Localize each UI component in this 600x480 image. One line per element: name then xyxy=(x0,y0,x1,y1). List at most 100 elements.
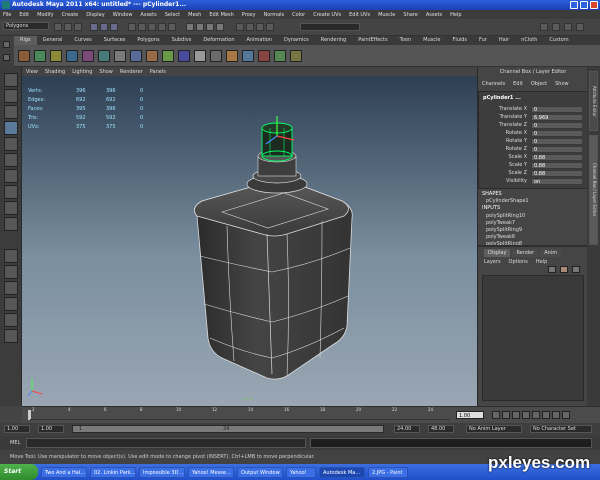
next-key-icon[interactable] xyxy=(542,411,550,419)
snap-grid-icon[interactable] xyxy=(186,23,194,31)
scale-tool-icon[interactable] xyxy=(4,153,18,167)
prev-key-icon[interactable] xyxy=(512,411,520,419)
cluster-icon[interactable] xyxy=(82,50,94,62)
taskbar-item[interactable]: Yahoo! Messe... xyxy=(188,466,234,478)
taskbar-item[interactable]: 2.JPG - Paint xyxy=(368,466,408,478)
shelf-tab-ncloth[interactable]: nCloth xyxy=(515,36,543,45)
channel-row[interactable]: Scale Z 0.88 xyxy=(479,170,587,177)
menu-file[interactable]: File xyxy=(3,12,11,18)
hypershade-layout-icon[interactable] xyxy=(4,313,18,327)
new-layer-icon[interactable] xyxy=(548,266,556,273)
menu-create[interactable]: Create xyxy=(62,12,79,18)
render-settings-icon[interactable] xyxy=(266,23,274,31)
shelf-tab-subdivs[interactable]: Subdivs xyxy=(166,36,198,45)
range-slider[interactable]: 1 24 xyxy=(72,425,384,433)
shelf-tab-rendering[interactable]: Rendering xyxy=(315,36,353,45)
playback-start-field[interactable]: 1.00 xyxy=(38,425,64,433)
channel-row[interactable]: Translate Z0 xyxy=(479,122,587,129)
quick-selection-field[interactable] xyxy=(300,23,360,31)
tab-attribute-editor[interactable]: Attribute Editor xyxy=(589,71,598,131)
menu-normals[interactable]: Normals xyxy=(263,12,284,18)
layer-menu-help[interactable]: Help xyxy=(536,259,547,265)
show-modeling-toolkit-icon[interactable] xyxy=(540,23,548,31)
shelf-tab-fur[interactable]: Fur xyxy=(473,36,493,45)
channel-row[interactable]: Translate Y 6.969 xyxy=(479,114,587,121)
shelf-tab-painteffects[interactable]: PaintEffects xyxy=(352,36,393,45)
viewport-menu-panels[interactable]: Panels xyxy=(150,69,166,75)
save-scene-icon[interactable] xyxy=(74,23,82,31)
soft-modification-icon[interactable] xyxy=(4,185,18,199)
input-node[interactable]: polyTweak7 xyxy=(486,220,515,226)
pick-mask-icon[interactable] xyxy=(128,23,136,31)
snap-point-icon[interactable] xyxy=(206,23,214,31)
mel-label[interactable]: MEL xyxy=(10,440,20,446)
shelf-tab-custom[interactable]: Custom xyxy=(543,36,574,45)
menu-window[interactable]: Window xyxy=(113,12,133,18)
start-time-field[interactable]: 1.00 xyxy=(4,425,30,433)
taskbar-item[interactable]: 02. Linkin Park... xyxy=(90,466,136,478)
input-node[interactable]: polySplitRing9 xyxy=(486,227,522,233)
channel-row[interactable]: Scale Y 0.88 xyxy=(479,162,587,169)
channel-row[interactable]: Translate X0 xyxy=(479,106,587,113)
snap-curve-icon[interactable] xyxy=(196,23,204,31)
anim-layer-dropdown[interactable]: No Anim Layer xyxy=(466,425,522,433)
viewport-menu-shading[interactable]: Shading xyxy=(45,69,65,75)
taskbar-item[interactable]: Yahoo! xyxy=(286,466,316,478)
face-mask-icon[interactable] xyxy=(158,23,166,31)
layer-options-icon[interactable] xyxy=(572,266,580,273)
input-node[interactable]: polyTweak6 xyxy=(486,234,515,240)
menu-display[interactable]: Display xyxy=(86,12,104,18)
taskbar-item[interactable]: Output Window xyxy=(237,466,283,478)
select-object-icon[interactable] xyxy=(100,23,108,31)
cb-menu-edit[interactable]: Edit xyxy=(513,81,523,87)
menu-edit[interactable]: Edit xyxy=(19,12,29,18)
layer-tab-display[interactable]: Display xyxy=(484,249,511,257)
constraint-orient-icon[interactable] xyxy=(162,50,174,62)
cb-menu-channels[interactable]: Channels xyxy=(482,81,505,87)
shelf-tab-toon[interactable]: Toon xyxy=(394,36,418,45)
play-forward-icon[interactable] xyxy=(532,411,540,419)
channel-row[interactable]: Scale X 0.88 xyxy=(479,154,587,161)
viewport-menu-renderer[interactable]: Renderer xyxy=(120,69,143,75)
current-frame-field[interactable]: 1.00 xyxy=(456,411,484,419)
cb-menu-show[interactable]: Show xyxy=(555,81,569,87)
render-frame-icon[interactable] xyxy=(246,23,254,31)
show-tool-settings-icon[interactable] xyxy=(564,23,572,31)
tab-channel-box[interactable]: Channel Box / Layer Editor xyxy=(589,135,598,245)
menu-share[interactable]: Share xyxy=(403,12,417,18)
show-channel-box-icon[interactable] xyxy=(576,23,584,31)
step-back-icon[interactable] xyxy=(502,411,510,419)
curve-cv-icon[interactable] xyxy=(210,50,222,62)
persp-graph-layout-icon[interactable] xyxy=(4,297,18,311)
panel-divider[interactable] xyxy=(478,245,588,247)
paint-select-tool-icon[interactable] xyxy=(4,105,18,119)
channel-row[interactable]: Rotate Y0 xyxy=(479,138,587,145)
shelf-tab-rigs[interactable]: Rigs xyxy=(14,36,37,45)
menu-create-uvs[interactable]: Create UVs xyxy=(313,12,341,18)
shelf-tab-curves[interactable]: Curves xyxy=(68,36,97,45)
cb-menu-object[interactable]: Object xyxy=(531,81,547,87)
minimize-button[interactable] xyxy=(570,1,578,9)
uv-mask-icon[interactable] xyxy=(168,23,176,31)
layer-menu-layers[interactable]: Layers xyxy=(484,259,501,265)
start-button[interactable]: Start xyxy=(0,464,38,480)
menu-edit-mesh[interactable]: Edit Mesh xyxy=(209,12,233,18)
bind-skin-icon[interactable] xyxy=(50,50,62,62)
lattice-icon[interactable] xyxy=(98,50,110,62)
go-to-start-icon[interactable] xyxy=(492,411,500,419)
joint-tool-icon[interactable] xyxy=(18,50,30,62)
new-layer-selected-icon[interactable] xyxy=(560,266,568,273)
vertex-mask-icon[interactable] xyxy=(138,23,146,31)
outliner-icon[interactable] xyxy=(274,50,286,62)
shelf-tab-polygons[interactable]: Polygons xyxy=(131,36,165,45)
shelf-tab-deformation[interactable]: Deformation xyxy=(197,36,240,45)
menu-muscle[interactable]: Muscle xyxy=(378,12,395,18)
shelf-tab-fluids[interactable]: Fluids xyxy=(446,36,473,45)
ik-handle-icon[interactable] xyxy=(34,50,46,62)
freeze-transform-icon[interactable] xyxy=(226,50,238,62)
perspective-viewport[interactable]: Verts: Edges: Faces: Tris: UVs: 396 692 … xyxy=(22,76,477,406)
shelf-editor-icon[interactable] xyxy=(3,54,10,61)
shelf-tab-menu-icon[interactable] xyxy=(3,41,10,48)
menu-help[interactable]: Help xyxy=(450,12,461,18)
snap-plane-icon[interactable] xyxy=(216,23,224,31)
